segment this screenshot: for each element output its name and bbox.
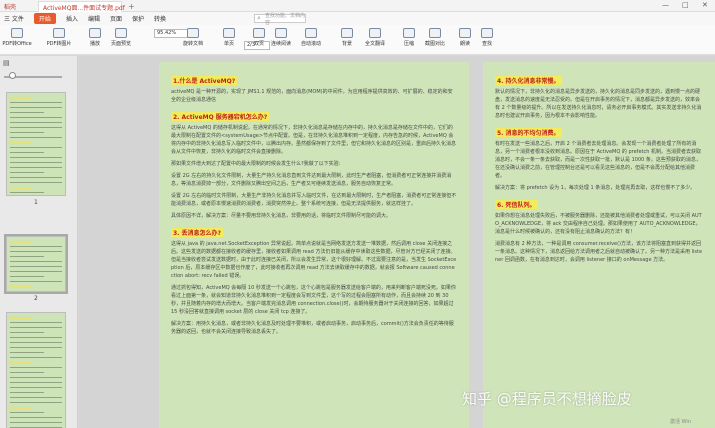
page-thumbnail[interactable]: [6, 92, 66, 196]
paragraph: 如果你想在消息处理失败后，不被服务器删除，还能被其他消费者处理或重试，可以关闭 …: [495, 213, 702, 235]
pdf-page-right: 4. 持久化消息非常慢。默认的情况下，非持久化的消息是异步发送的，持久化的消息是…: [483, 62, 715, 428]
thumbnail-sidebar: ▤ 1 2: [0, 56, 78, 428]
play-icon: [89, 28, 101, 38]
find-icon: [481, 28, 493, 38]
minimize-button[interactable]: —: [662, 1, 669, 9]
tool-single-page[interactable]: 单页: [214, 27, 244, 53]
tool-screenshot-compare[interactable]: 截图对比: [420, 27, 450, 53]
search-placeholder: 查找功能、文档内容: [265, 12, 306, 26]
menu-item[interactable]: 保护: [132, 14, 144, 23]
double-page-icon: [253, 28, 265, 38]
document-view[interactable]: 1.什么是 ActiveMQ? activeMQ 是一种开源的，实现了 JMS1.…: [79, 56, 715, 428]
close-button[interactable]: ✕: [702, 1, 708, 9]
continuous-read-icon: [275, 28, 287, 38]
section-heading: 1.什么是 ActiveMQ?: [171, 76, 238, 85]
tab-document[interactable]: ActiveMQ面...件面试专题.pdf: [38, 1, 125, 12]
toolbar: 95.42% 2/3 PDF转Office PDF转图片 播放 页面预览 旋转文档 单页双…: [0, 25, 715, 55]
watermark: 知乎 @程序员不想摘脸皮: [462, 390, 632, 408]
tool-pdf-convert[interactable]: PDF转Office: [2, 27, 32, 53]
tab-home[interactable]: 稻壳: [0, 1, 36, 12]
tool-label: 截图对比: [424, 41, 445, 47]
tool-label: 页面预览: [110, 41, 131, 47]
tab-document-label: ActiveMQ面...件面试专题.pdf: [43, 4, 125, 12]
paragraph: 有时在发送一些消息之后，开启 2 个消费者去处理消息。会发现一个消费者处理了所有…: [495, 141, 701, 179]
menu-bar: 三 文件 开始 插入 编辑 页面 保护 转换: [0, 12, 715, 25]
thumbnail-page-number: 1: [34, 199, 38, 206]
paragraph: 具体原因不详，解决方案：尽量不要用非持久化消息，非要用的话，将临时文件限制尽可能…: [171, 213, 392, 219]
page-thumbnail[interactable]: [6, 312, 66, 428]
menu-item[interactable]: 开始: [33, 13, 56, 24]
new-tab-button[interactable]: +: [124, 1, 136, 12]
auto-scroll-icon: [305, 28, 317, 38]
maximize-button[interactable]: □: [682, 1, 689, 9]
tool-label: 背景: [341, 41, 352, 47]
menu-item[interactable]: 三 文件: [4, 14, 24, 23]
search-icon: ⌕: [257, 14, 261, 22]
tool-label: 单页: [223, 41, 234, 47]
pdf-reader-window: 稻壳 ActiveMQ面...件面试专题.pdf + — □ ✕ 三 文件 开始 插…: [0, 0, 715, 428]
paragraph: activeMQ 是一种开源的，实现了 JMS1.1 规范的，面向消息(MOM)…: [171, 89, 453, 103]
menu-item[interactable]: 页面: [110, 14, 122, 23]
paragraph: 解决方案：用持久化消息，或者非持久化消息及时处理不要堆积，或者启动事务，启动事务…: [171, 321, 454, 335]
menu-item[interactable]: 插入: [66, 14, 78, 23]
tool-label: 连续阅读: [270, 41, 291, 47]
tool-label: PDF转图片: [46, 41, 72, 47]
thumbnail-icon[interactable]: ▤: [3, 59, 10, 67]
tab-home-label: 稻壳: [4, 4, 17, 11]
page-thumbnail[interactable]: [4, 234, 68, 294]
tool-label: 自动滚动: [300, 41, 321, 47]
tab-bar: 稻壳 ActiveMQ面...件面试专题.pdf + — □ ✕: [0, 0, 715, 12]
section-heading: 6. 死信队列。: [495, 200, 538, 209]
activation-note: 激活 Win: [670, 419, 691, 425]
slider-handle[interactable]: [9, 72, 16, 79]
rotate-icon: [187, 28, 199, 38]
section-heading: 5. 消息的不均匀消费。: [495, 128, 562, 137]
translate-icon: [369, 28, 381, 38]
section-heading: 4. 持久化消息非常慢。: [495, 76, 562, 85]
tool-label: 查找: [481, 41, 492, 47]
thumbnail-page-number: 2: [34, 295, 38, 302]
paragraph: 这得从 ActiveMQ 的储存机制说起。在通常的情况下，非持久化消息是存储在内…: [171, 125, 457, 155]
screenshot-compare-icon: [429, 28, 441, 38]
menu-item[interactable]: 转换: [154, 14, 166, 23]
pdf-page-left: 1.什么是 ActiveMQ? activeMQ 是一种开源的，实现了 JMS1.…: [159, 62, 469, 428]
paragraph: 设置 2G 左右的临时文件限制，大量生产非持久化消息并写入临时文件，在达到最大限…: [171, 193, 457, 207]
single-page-icon: [223, 28, 235, 38]
paragraph: 那如果文件增大到达了配置中的最大限制的时候会发生什么?我做了以下实验:: [171, 161, 341, 167]
search-input[interactable]: ⌕ 查找功能、文档内容: [254, 12, 306, 26]
tool-auto-scroll[interactable]: 自动滚动: [296, 27, 326, 53]
tool-rotate[interactable]: 旋转文档: [178, 27, 208, 53]
paragraph: 通过抓包得知，ActiveMQ 会每隔 10 秒发送一个心跳包，这个心跳包是服务…: [171, 285, 456, 315]
paragraph: 设置 2G 左右的持久化文件限制，大量生产持久化消息直到文件达到最大限制，此时生…: [171, 173, 452, 187]
section-heading: 2. ActiveMQ 服务器宕机怎么办?: [171, 112, 270, 121]
paragraph: 默认的情况下，非持久化的消息是异步发送的，持久化的消息是同步发送的，遇到慢一点的…: [495, 89, 702, 119]
tool-background[interactable]: 背景: [332, 27, 362, 53]
compress-icon: [403, 28, 415, 38]
read-aloud-icon: [459, 28, 471, 38]
zoom-value: 95.42%: [157, 30, 177, 36]
plus-icon: +: [128, 2, 135, 11]
section-heading: 3. 丢消息怎么办?: [171, 228, 224, 237]
menu-item[interactable]: 编辑: [88, 14, 100, 23]
preview-icon: [115, 28, 127, 38]
pdf-convert-icon: [11, 28, 23, 38]
tool-pdf-image[interactable]: PDF转图片: [44, 27, 74, 53]
paragraph: 解决方案：将 prefetch 设为 1，每次处理 1 条消息，处理完再去取，这…: [495, 185, 696, 191]
pdf-image-icon: [53, 28, 65, 38]
tool-preview[interactable]: 页面预览: [106, 27, 136, 53]
tool-translate[interactable]: 全文翻译: [360, 27, 390, 53]
tool-continuous-read[interactable]: 连续阅读: [266, 27, 296, 53]
tool-label: 旋转文档: [182, 41, 203, 47]
tool-label: 全文翻译: [364, 41, 385, 47]
tool-find[interactable]: 查找: [472, 27, 502, 53]
background-icon: [341, 28, 353, 38]
paragraph: 这得从 java 的 java.net.SocketException 异常说起…: [171, 241, 457, 279]
tool-label: PDF转Office: [2, 41, 32, 47]
paragraph: 消费消息有 2 种方法，一种是调用 consumer.receive()方法，该…: [495, 241, 703, 263]
